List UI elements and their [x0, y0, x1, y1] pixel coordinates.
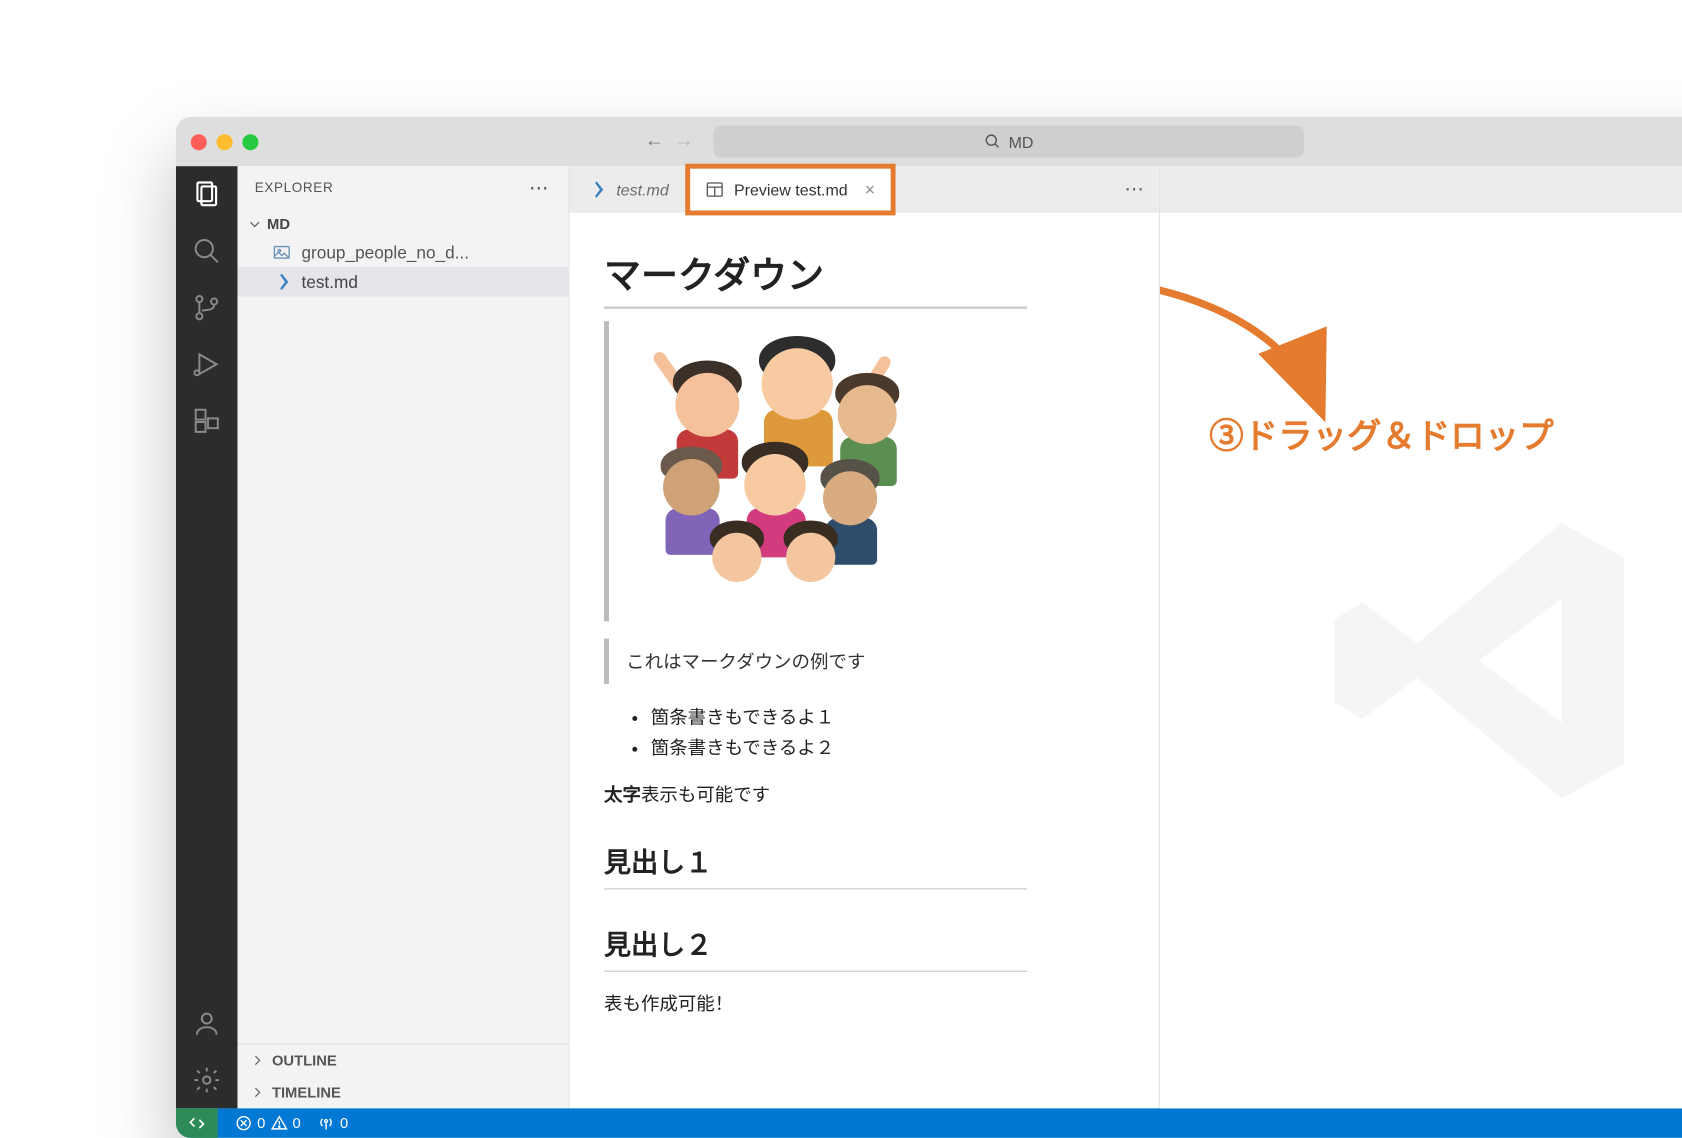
- error-icon: [235, 1115, 252, 1132]
- activity-search[interactable]: [191, 235, 223, 267]
- sidebar-bottom-panels: OUTLINE TIMELINE: [238, 1043, 569, 1108]
- preview-content[interactable]: マークダウン: [570, 213, 1159, 1108]
- nav-history: ← →: [645, 131, 694, 153]
- minimize-window-icon[interactable]: [217, 134, 233, 150]
- list-item: 箇条書きもできるよ１: [651, 701, 1027, 732]
- vscode-window: ← → MD: [176, 117, 1682, 1138]
- sidebar-more-icon[interactable]: ⋯: [529, 176, 551, 201]
- vscode-logo-icon: [1314, 488, 1658, 832]
- explorer-sidebar: EXPLORER ⋯ MD group_people_no_d... test.…: [238, 166, 570, 1108]
- account-icon: [192, 1009, 222, 1039]
- warning-count: 0: [292, 1115, 300, 1132]
- activity-explorer[interactable]: [191, 179, 223, 211]
- tab-preview-test-md[interactable]: Preview test.md ×: [687, 166, 893, 213]
- radio-tower-icon: [318, 1115, 335, 1132]
- search-icon: [192, 236, 222, 266]
- editor-group-right: ×: [1160, 166, 1682, 1108]
- sidebar-title: EXPLORER: [255, 181, 334, 196]
- outline-panel-header[interactable]: OUTLINE: [238, 1044, 569, 1076]
- tab-close-icon[interactable]: ×: [865, 180, 875, 200]
- tabbar-left: test.md Preview test.md × ⋯: [570, 166, 1159, 213]
- command-center-text: MD: [1009, 132, 1034, 150]
- markdown-file-icon: [272, 272, 292, 292]
- play-bug-icon: [192, 349, 222, 379]
- file-name: group_people_no_d...: [301, 242, 469, 262]
- tab-test-md[interactable]: test.md: [570, 166, 688, 213]
- vscode-watermark: [1160, 213, 1682, 1108]
- file-row-markdown[interactable]: test.md: [238, 267, 569, 297]
- preview-image: [626, 336, 909, 607]
- branch-icon: [192, 293, 222, 323]
- folder-name: MD: [267, 215, 290, 232]
- activity-account[interactable]: [191, 1008, 223, 1040]
- image-file-icon: [272, 242, 292, 262]
- error-count: 0: [257, 1115, 265, 1132]
- activity-scm[interactable]: [191, 292, 223, 324]
- preview-h2-2: 見出し２: [604, 924, 1027, 972]
- nav-back-icon[interactable]: ←: [645, 131, 665, 153]
- extensions-icon: [192, 406, 222, 436]
- preview-blockquote: これはマークダウンの例です: [604, 639, 1027, 685]
- preview-image-block: [604, 321, 1027, 621]
- ports-count: 0: [340, 1115, 348, 1132]
- files-icon: [191, 179, 223, 211]
- window-controls: [191, 134, 259, 150]
- editor-group-left: test.md Preview test.md × ⋯ マークダウン: [570, 166, 1160, 1108]
- fullscreen-window-icon[interactable]: [242, 134, 258, 150]
- folder-section: MD group_people_no_d... test.md: [238, 210, 569, 296]
- titlebar: ← → MD: [176, 117, 1682, 166]
- nav-forward-icon[interactable]: →: [674, 131, 694, 153]
- preview-h1: マークダウン: [604, 245, 1027, 309]
- gear-icon: [192, 1065, 222, 1095]
- timeline-label: TIMELINE: [272, 1084, 341, 1101]
- annotation-label: ③ドラッグ＆ドロップ: [1209, 410, 1553, 459]
- close-window-icon[interactable]: [191, 134, 207, 150]
- timeline-panel-header[interactable]: TIMELINE: [238, 1076, 569, 1108]
- file-name: test.md: [301, 272, 357, 292]
- tab-label: test.md: [616, 180, 668, 198]
- file-row-image[interactable]: group_people_no_d...: [238, 238, 569, 268]
- activity-extensions[interactable]: [191, 405, 223, 437]
- preview-table-caption: 表も作成可能！: [604, 990, 1027, 1016]
- activity-bar: [176, 166, 238, 1108]
- chevron-right-icon: [250, 1053, 265, 1068]
- status-ports[interactable]: 0: [318, 1115, 348, 1132]
- markdown-file-icon: [587, 180, 607, 200]
- tabbar-right: ×: [1160, 166, 1682, 213]
- list-item: 箇条書きもできるよ２: [651, 732, 1027, 763]
- sidebar-header: EXPLORER ⋯: [238, 166, 569, 210]
- empty-editor[interactable]: ③ドラッグ＆ドロップ: [1160, 213, 1682, 1108]
- preview-bold-line: 太字表示も可能です: [604, 781, 1027, 807]
- remote-indicator[interactable]: [176, 1108, 218, 1138]
- status-problems[interactable]: 0 0: [235, 1115, 301, 1132]
- outline-label: OUTLINE: [272, 1052, 337, 1069]
- folder-header[interactable]: MD: [238, 210, 569, 237]
- preview-list: 箇条書きもできるよ１ 箇条書きもできるよ２: [604, 701, 1027, 763]
- tab-label: Preview test.md: [734, 180, 848, 198]
- preview-h2-1: 見出し１: [604, 841, 1027, 889]
- editor-area: test.md Preview test.md × ⋯ マークダウン: [570, 166, 1682, 1108]
- chevron-right-icon: [250, 1085, 265, 1100]
- activity-settings[interactable]: [191, 1064, 223, 1096]
- remote-icon: [187, 1113, 207, 1133]
- command-center[interactable]: MD: [714, 126, 1304, 158]
- status-bar: 0 0 0: [176, 1108, 1682, 1138]
- tabbar-more-icon[interactable]: ⋯: [1110, 166, 1159, 213]
- preview-icon: [704, 180, 724, 200]
- search-icon: [984, 133, 1001, 150]
- chevron-down-icon: [247, 217, 262, 232]
- warning-icon: [270, 1115, 287, 1132]
- activity-debug[interactable]: [191, 348, 223, 380]
